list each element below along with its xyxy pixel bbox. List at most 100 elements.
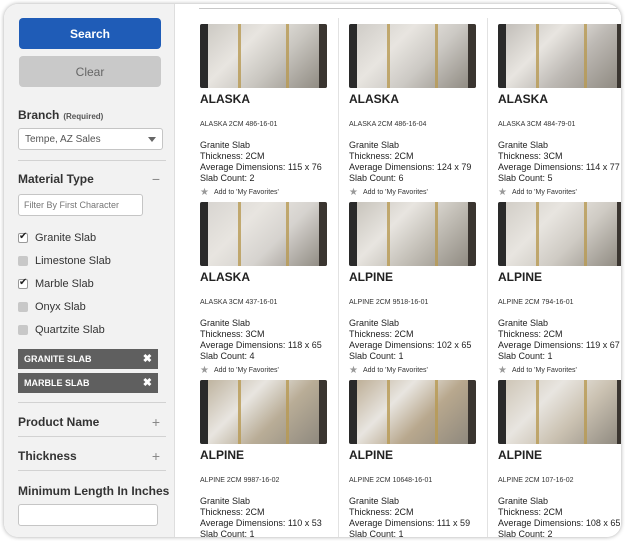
product-thickness: Thickness: 2CM bbox=[498, 329, 563, 339]
material-type-heading: Material Type bbox=[18, 172, 94, 186]
product-thickness: Thickness: 2CM bbox=[349, 151, 414, 161]
product-title[interactable]: ALPINE bbox=[200, 448, 340, 462]
star-icon[interactable]: ★ bbox=[498, 187, 507, 198]
checkbox-icon[interactable] bbox=[18, 302, 28, 312]
slab-image[interactable] bbox=[349, 380, 476, 444]
product-card[interactable]: ALPINE ALPINE 2CM 9987-16-02 Granite Sla… bbox=[200, 380, 340, 537]
product-title[interactable]: ALASKA bbox=[349, 92, 489, 106]
checkbox-checked-icon[interactable] bbox=[18, 231, 28, 243]
slab-image[interactable] bbox=[498, 24, 621, 88]
product-sku: ALASKA 3CM 484-79-01 bbox=[498, 121, 576, 128]
clear-button[interactable]: Clear bbox=[19, 56, 161, 87]
min-length-input[interactable] bbox=[18, 504, 158, 526]
search-button[interactable]: Search bbox=[19, 18, 161, 49]
star-icon[interactable]: ★ bbox=[498, 365, 507, 376]
close-icon[interactable]: ✖ bbox=[143, 352, 152, 365]
product-type: Granite Slab bbox=[200, 496, 251, 506]
close-icon[interactable]: ✖ bbox=[143, 376, 152, 389]
product-card[interactable]: ALPINE ALPINE 2CM 107-16-02 Granite Slab… bbox=[498, 380, 621, 537]
slab-image[interactable] bbox=[200, 202, 327, 266]
product-card[interactable]: ALASKA ALASKA 2CM 486-16-01 Granite Slab… bbox=[200, 24, 340, 198]
slab-image[interactable] bbox=[498, 380, 621, 444]
product-details: Granite Slab Thickness: 2CM Average Dime… bbox=[349, 318, 489, 362]
add-favorite-link[interactable]: ★ Add to 'My Favorites' bbox=[349, 187, 489, 198]
product-slab-count: Slab Count: 4 bbox=[200, 351, 255, 361]
product-title[interactable]: ALPINE bbox=[349, 270, 489, 284]
product-title[interactable]: ALPINE bbox=[349, 448, 489, 462]
star-icon[interactable]: ★ bbox=[349, 365, 358, 376]
product-type: Granite Slab bbox=[200, 318, 251, 328]
divider bbox=[18, 470, 166, 471]
option-label: Quartzite Slab bbox=[35, 324, 105, 336]
material-option-granite[interactable]: Granite Slab bbox=[18, 231, 96, 244]
fav-label: Add to 'My Favorites' bbox=[511, 367, 577, 374]
product-slab-count: Slab Count: 2 bbox=[200, 173, 255, 183]
product-dimensions: Average Dimensions: 114 x 77 bbox=[498, 162, 620, 172]
product-type: Granite Slab bbox=[349, 318, 400, 328]
thickness-heading[interactable]: Thickness bbox=[18, 449, 77, 463]
fav-label: Add to 'My Favorites' bbox=[511, 189, 577, 196]
add-favorite-link[interactable]: ★ Add to 'My Favorites' bbox=[200, 187, 340, 198]
filter-sidebar: Search Clear Branch (Required) Tempe, AZ … bbox=[4, 4, 175, 537]
product-title[interactable]: ALASKA bbox=[200, 92, 340, 106]
add-favorite-link[interactable]: ★ Add to 'My Favorites' bbox=[498, 365, 621, 376]
product-card[interactable]: ALPINE ALPINE 2CM 794-16-01 Granite Slab… bbox=[498, 202, 621, 376]
slab-image[interactable] bbox=[349, 202, 476, 266]
material-option-onyx[interactable]: Onyx Slab bbox=[18, 301, 86, 313]
product-title[interactable]: ALASKA bbox=[200, 270, 340, 284]
product-sku: ALPINE 2CM 107-16-02 bbox=[498, 477, 574, 484]
min-length-heading: Minimum Length In Inches bbox=[18, 484, 170, 498]
checkbox-icon[interactable] bbox=[18, 325, 28, 335]
product-sku: ALPINE 2CM 10648-16-01 bbox=[349, 477, 433, 484]
product-slab-count: Slab Count: 1 bbox=[349, 529, 404, 537]
material-option-limestone[interactable]: Limestone Slab bbox=[18, 255, 111, 267]
expand-thickness-icon[interactable]: + bbox=[152, 449, 160, 463]
product-card[interactable]: ALPINE ALPINE 2CM 9518-16-01 Granite Sla… bbox=[349, 202, 489, 376]
add-favorite-link[interactable]: ★ Add to 'My Favorites' bbox=[200, 365, 340, 376]
product-card[interactable]: ALASKA ALASKA 2CM 486-16-04 Granite Slab… bbox=[349, 24, 489, 198]
checkbox-icon[interactable] bbox=[18, 256, 28, 266]
material-option-marble[interactable]: Marble Slab bbox=[18, 277, 94, 290]
product-thickness: Thickness: 3CM bbox=[200, 329, 265, 339]
fav-label: Add to 'My Favorites' bbox=[362, 367, 428, 374]
star-icon[interactable]: ★ bbox=[349, 187, 358, 198]
checkbox-checked-icon[interactable] bbox=[18, 277, 28, 289]
product-card[interactable]: ALASKA ALASKA 3CM 484-79-01 Granite Slab… bbox=[498, 24, 621, 198]
product-details: Granite Slab Thickness: 2CM Average Dime… bbox=[349, 496, 489, 537]
product-type: Granite Slab bbox=[498, 318, 549, 328]
add-favorite-link[interactable]: ★ Add to 'My Favorites' bbox=[498, 187, 621, 198]
slab-image[interactable] bbox=[200, 24, 327, 88]
option-label: Limestone Slab bbox=[35, 255, 111, 267]
product-sku: ALPINE 2CM 794-16-01 bbox=[498, 299, 574, 306]
star-icon[interactable]: ★ bbox=[200, 187, 209, 198]
product-dimensions: Average Dimensions: 110 x 53 bbox=[200, 518, 322, 528]
collapse-material-type-icon[interactable]: − bbox=[152, 172, 160, 186]
star-icon[interactable]: ★ bbox=[200, 365, 209, 376]
expand-product-name-icon[interactable]: + bbox=[152, 415, 160, 429]
product-details: Granite Slab Thickness: 2CM Average Dime… bbox=[200, 496, 340, 537]
slab-image[interactable] bbox=[349, 24, 476, 88]
product-card[interactable]: ALPINE ALPINE 2CM 10648-16-01 Granite Sl… bbox=[349, 380, 489, 537]
product-sku: ALASKA 2CM 486-16-01 bbox=[200, 121, 278, 128]
divider bbox=[18, 160, 166, 161]
branch-select[interactable]: Tempe, AZ Sales bbox=[18, 128, 163, 150]
product-dimensions: Average Dimensions: 108 x 65 bbox=[498, 518, 621, 528]
product-title[interactable]: ALPINE bbox=[498, 270, 621, 284]
required-note: (Required) bbox=[63, 112, 104, 121]
product-title[interactable]: ALASKA bbox=[498, 92, 621, 106]
material-filter-input[interactable] bbox=[18, 194, 143, 216]
fav-label: Add to 'My Favorites' bbox=[213, 367, 279, 374]
fav-label: Add to 'My Favorites' bbox=[362, 189, 428, 196]
slab-image[interactable] bbox=[200, 380, 327, 444]
product-dimensions: Average Dimensions: 118 x 65 bbox=[200, 340, 322, 350]
divider bbox=[18, 436, 166, 437]
product-sku: ALPINE 2CM 9987-16-02 bbox=[200, 477, 280, 484]
product-name-heading[interactable]: Product Name bbox=[18, 415, 99, 429]
material-option-quartzite[interactable]: Quartzite Slab bbox=[18, 324, 105, 336]
product-card[interactable]: ALASKA ALASKA 3CM 437-16-01 Granite Slab… bbox=[200, 202, 340, 376]
product-type: Granite Slab bbox=[498, 140, 549, 150]
product-title[interactable]: ALPINE bbox=[498, 448, 621, 462]
add-favorite-link[interactable]: ★ Add to 'My Favorites' bbox=[349, 365, 489, 376]
slab-image[interactable] bbox=[498, 202, 621, 266]
product-dimensions: Average Dimensions: 115 x 76 bbox=[200, 162, 322, 172]
